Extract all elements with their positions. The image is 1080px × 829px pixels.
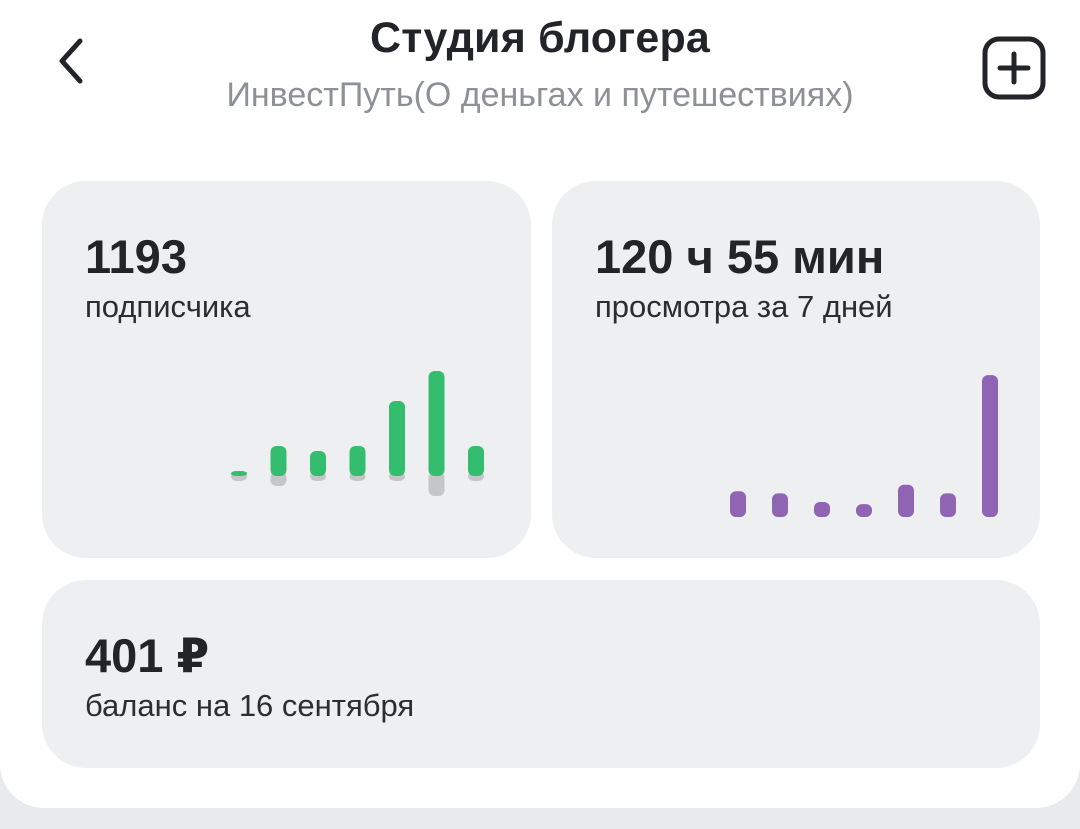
subscribers-label: подписчика — [85, 289, 251, 324]
header: Студия блогера ИнвестПуть(О деньгах и пу… — [0, 0, 1080, 140]
views-bar — [772, 493, 788, 517]
add-button[interactable] — [976, 30, 1052, 106]
views-label: просмотра за 7 дней — [595, 289, 893, 324]
plus-square-icon — [982, 36, 1046, 100]
subscribers-gain-bar — [389, 401, 405, 476]
views-bar — [898, 484, 914, 517]
views-bar — [730, 491, 746, 517]
balance-label: баланс на 16 сентября — [85, 688, 415, 723]
views-chart — [730, 375, 998, 517]
balance-amount: 401 ₽ — [85, 629, 210, 682]
subscribers-gain-bar — [468, 446, 484, 476]
views-duration: 120 ч 55 мин — [595, 230, 885, 283]
views-bar — [856, 504, 872, 517]
views-bar — [982, 375, 998, 517]
subscribers-gain-bar — [428, 371, 445, 476]
subscribers-count: 1193 — [85, 230, 187, 283]
subscribers-card[interactable]: 1193 подписчика — [42, 181, 531, 558]
subscribers-gain-bar — [270, 446, 287, 476]
subscribers-gain-bar — [231, 471, 247, 476]
subscribers-chart — [231, 371, 484, 496]
channel-name: ИнвестПуть(О деньгах и путешествиях) — [226, 76, 854, 114]
subscribers-gain-bar — [310, 451, 326, 476]
subscribers-gain-bar — [349, 446, 366, 476]
page-title: Студия блогера — [369, 14, 711, 62]
app-sheet: Студия блогера ИнвестПуть(О деньгах и пу… — [0, 0, 1080, 808]
views-card[interactable]: 120 ч 55 мин просмотра за 7 дней — [552, 181, 1040, 558]
views-bar — [814, 501, 830, 517]
views-bar — [940, 493, 956, 517]
balance-card[interactable]: 401 ₽ баланс на 16 сентября — [42, 580, 1040, 768]
